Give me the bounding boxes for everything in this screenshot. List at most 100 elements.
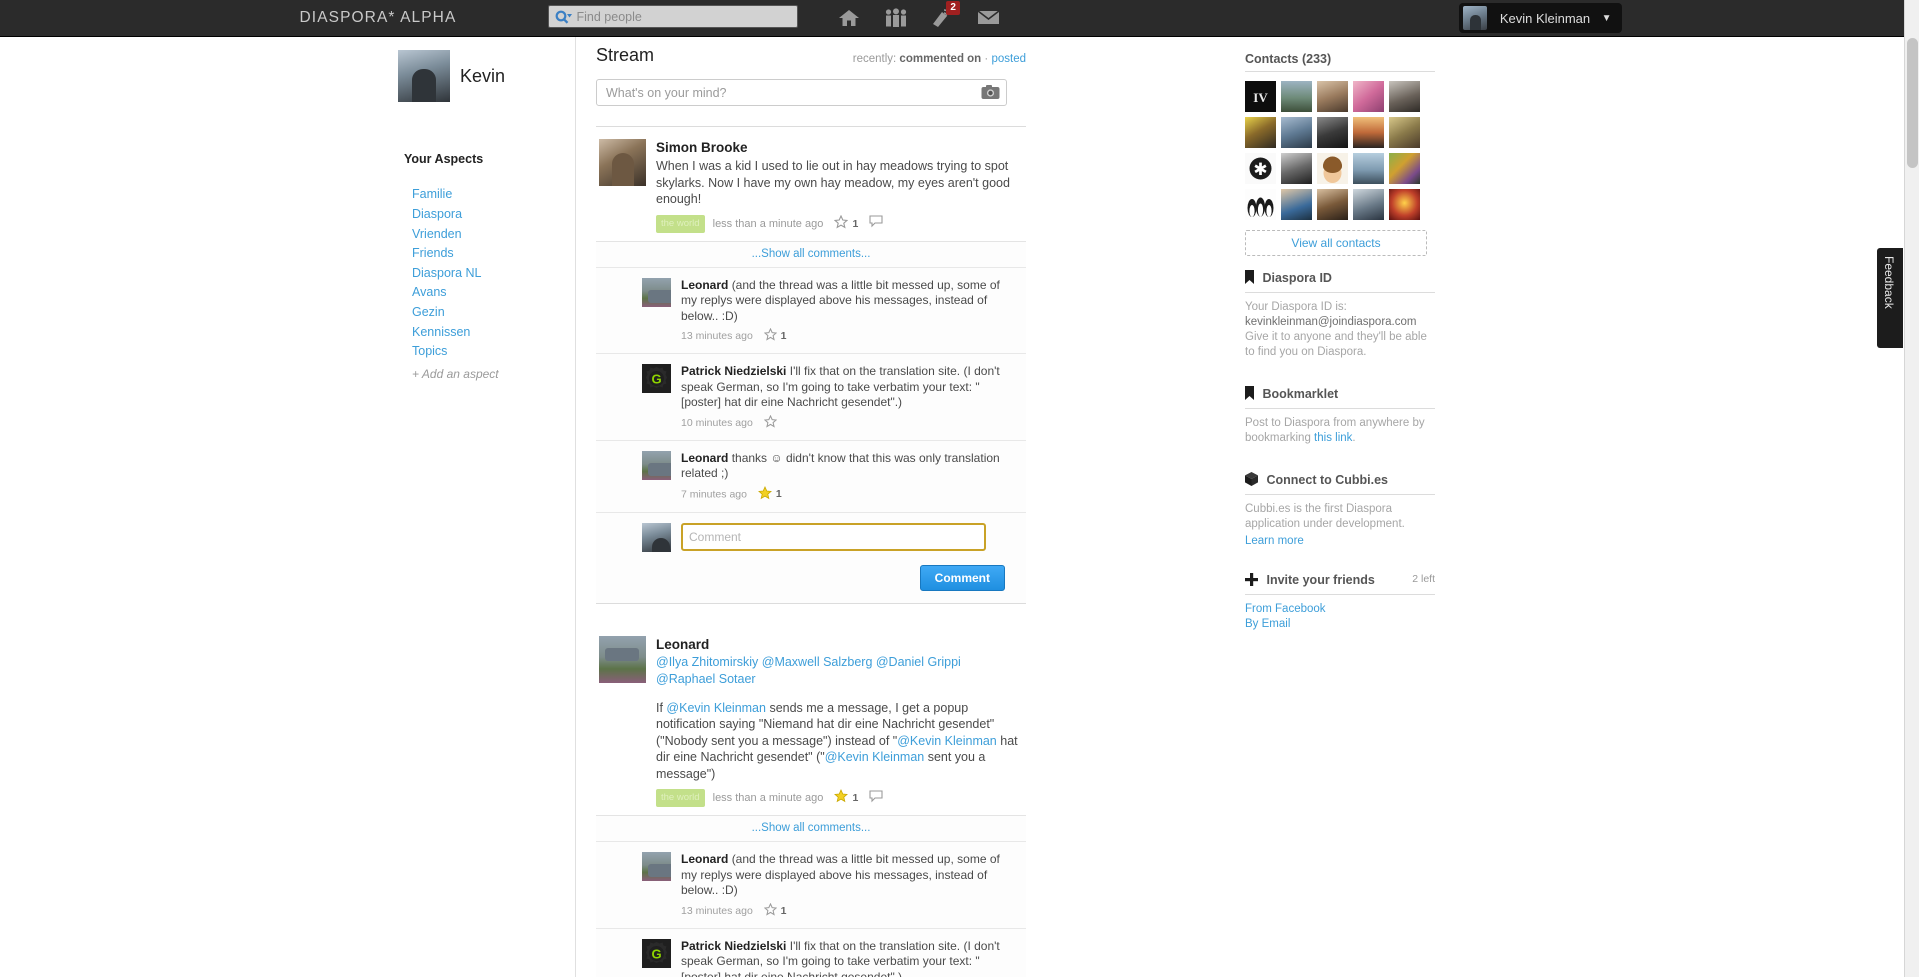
post-mentions[interactable]: @Ilya Zhitomirskiy @Maxwell Salzberg @Da… (656, 654, 1018, 688)
user-menu-label: Kevin Kleinman (1500, 11, 1590, 26)
show-all-comments-link[interactable]: ...Show all comments... (596, 815, 1026, 841)
feedback-tab[interactable]: Feedback (1877, 248, 1903, 348)
contact-avatar[interactable] (1353, 117, 1384, 148)
sidebar-item-kennissen[interactable]: Kennissen (412, 325, 470, 339)
like-star-icon-filled[interactable] (834, 789, 848, 807)
sidebar-item-familie[interactable]: Familie (412, 187, 452, 201)
notifications-icon[interactable]: 2 (930, 0, 956, 37)
mention-kevin-kleinman[interactable]: @Kevin Kleinman (897, 734, 997, 748)
search-input[interactable] (575, 6, 795, 27)
sidebar-item-avans[interactable]: Avans (412, 285, 447, 299)
filter-commented-on[interactable]: commented on (899, 53, 981, 65)
invite-from-facebook-link[interactable]: From Facebook (1245, 603, 1435, 615)
sidebar-item-diaspora-nl[interactable]: Diaspora NL (412, 266, 481, 280)
contact-avatar[interactable]: ✱ (1245, 153, 1276, 184)
mention-kevin-kleinman[interactable]: @Kevin Kleinman (825, 750, 925, 764)
contact-avatar[interactable] (1353, 81, 1384, 112)
contact-avatar[interactable] (1389, 189, 1420, 220)
like-star-icon[interactable] (764, 415, 777, 431)
people-icon[interactable] (884, 0, 910, 37)
contact-avatar[interactable] (1317, 81, 1348, 112)
mention-kevin-kleinman[interactable]: @Kevin Kleinman (666, 701, 766, 715)
contact-avatar[interactable] (1281, 153, 1312, 184)
sidebar-item-vrienden[interactable]: Vrienden (412, 227, 462, 241)
camera-icon[interactable] (981, 84, 1000, 105)
diaspora-id-heading: Diaspora ID (1245, 270, 1435, 293)
show-all-comments-link[interactable]: ...Show all comments... (596, 241, 1026, 267)
contact-avatar[interactable] (1245, 189, 1276, 220)
contact-avatar[interactable] (1389, 153, 1420, 184)
comment-text: Leonard (and the thread was a little bit… (681, 278, 1018, 325)
avatar[interactable] (642, 278, 671, 307)
comment-author[interactable]: Leonard (681, 278, 728, 292)
like-star-icon[interactable] (834, 215, 848, 233)
avatar (642, 523, 671, 552)
sidebar-item-friends[interactable]: Friends (412, 246, 454, 260)
post-author[interactable]: Leonard (656, 636, 1018, 654)
contacts-grid: IV ✱ (1245, 81, 1431, 225)
post-timestamp: less than a minute ago (713, 791, 824, 805)
site-logo[interactable]: DIASPORA* ALPHA (300, 9, 457, 27)
comment-bubble-icon[interactable] (869, 215, 883, 232)
home-icon[interactable] (838, 0, 864, 37)
contact-avatar[interactable] (1389, 117, 1420, 148)
view-all-contacts-button[interactable]: View all contacts (1245, 230, 1427, 256)
like-star-icon-filled[interactable] (758, 486, 772, 503)
sidebar-item-gezin[interactable]: Gezin (412, 305, 445, 319)
comment-author[interactable]: Leonard (681, 451, 728, 465)
stream-header: Stream recently: commented on · posted (596, 37, 1026, 77)
filter-posted[interactable]: posted (991, 53, 1026, 65)
profile-summary[interactable]: Kevin (398, 50, 588, 106)
comment-author[interactable]: Leonard (681, 852, 728, 866)
sidebar-item-diaspora[interactable]: Diaspora (412, 207, 462, 221)
contact-avatar[interactable] (1389, 81, 1420, 112)
contact-avatar[interactable]: IV (1245, 81, 1276, 112)
comment-body: thanks ☺ didn't know that this was only … (681, 451, 1000, 481)
contact-avatar[interactable] (1245, 117, 1276, 148)
cubbies-learn-more-link[interactable]: Learn more (1245, 535, 1435, 547)
contact-avatar[interactable] (1281, 117, 1312, 148)
comment-submit-button[interactable]: Comment (920, 565, 1005, 591)
like-star-icon[interactable] (764, 903, 777, 919)
post-author[interactable]: Simon Brooke (656, 139, 1018, 157)
page-title: Stream (596, 45, 654, 66)
like-star-icon[interactable] (764, 328, 777, 344)
contact-avatar[interactable] (1317, 117, 1348, 148)
post-body: Leonard @Ilya Zhitomirskiy @Maxwell Salz… (596, 624, 1026, 816)
comment-author[interactable]: Patrick Niedzielski (681, 939, 786, 953)
avatar[interactable] (642, 451, 671, 480)
mail-icon[interactable] (977, 0, 1003, 37)
avatar[interactable]: G (642, 364, 671, 393)
invite-heading: 2 left Invite your friends (1245, 573, 1435, 595)
svg-text:G: G (651, 372, 661, 387)
comment-input[interactable] (681, 523, 986, 551)
sidebar-item-topics[interactable]: Topics (412, 344, 447, 358)
avatar[interactable] (642, 852, 671, 881)
comment-author[interactable]: Patrick Niedzielski (681, 364, 786, 378)
contact-avatar[interactable] (1281, 81, 1312, 112)
scrollbar-thumb[interactable] (1907, 38, 1918, 168)
left-sidebar: Kevin Your Aspects Familie Diaspora Vrie… (404, 37, 576, 977)
comment: Leonard (and the thread was a little bit… (596, 841, 1026, 928)
contact-avatar[interactable] (1317, 153, 1348, 184)
filter-separator: · (984, 53, 988, 65)
comment-body: (and the thread was a little bit messed … (681, 852, 1000, 897)
avatar[interactable] (599, 636, 646, 683)
svg-text:✱: ✱ (1253, 160, 1267, 179)
add-aspect-link[interactable]: + Add an aspect (412, 367, 499, 381)
avatar[interactable] (599, 139, 646, 186)
bookmarklet-heading: Bookmarklet (1245, 386, 1435, 409)
publisher-box[interactable] (596, 79, 1007, 106)
bookmarklet-link[interactable]: this link (1314, 432, 1352, 444)
invite-by-email-link[interactable]: By Email (1245, 618, 1435, 630)
contact-avatar[interactable] (1281, 189, 1312, 220)
page-scrollbar[interactable] (1904, 0, 1919, 977)
contact-avatar[interactable] (1353, 153, 1384, 184)
avatar[interactable]: G (642, 939, 671, 968)
search-box[interactable] (548, 5, 798, 28)
comment-bubble-icon[interactable] (869, 790, 883, 807)
publisher-input[interactable] (604, 80, 944, 105)
contact-avatar[interactable] (1317, 189, 1348, 220)
contact-avatar[interactable] (1353, 189, 1384, 220)
user-menu[interactable]: Kevin Kleinman ▼ (1459, 3, 1621, 33)
